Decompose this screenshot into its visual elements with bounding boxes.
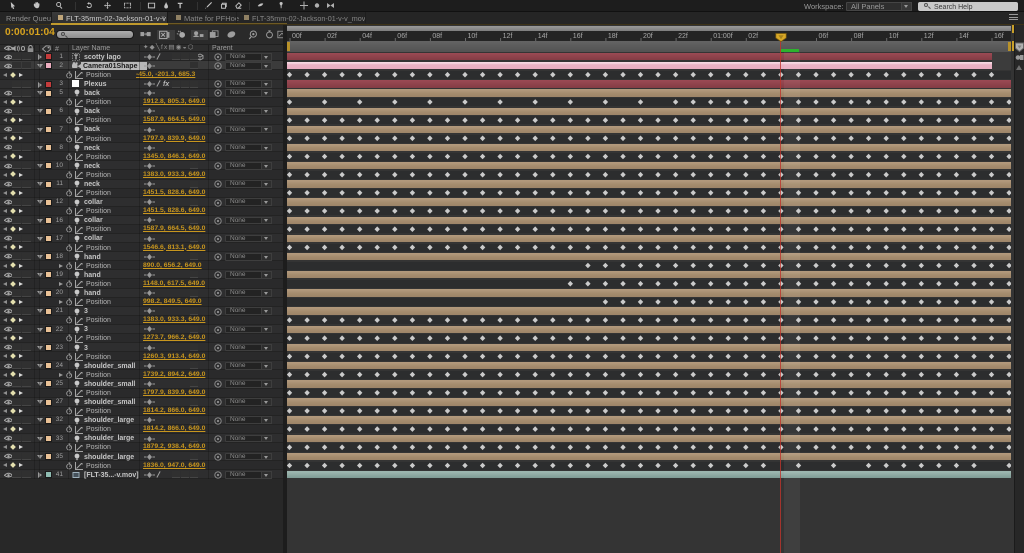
- svg-text:10f: 10f: [889, 33, 899, 40]
- svg-text:12f: 12f: [924, 33, 934, 40]
- svg-text:10f: 10f: [468, 33, 478, 40]
- svg-text:02f: 02f: [327, 33, 337, 40]
- svg-text:16f: 16f: [573, 33, 583, 40]
- svg-text:04f: 04f: [362, 33, 372, 40]
- svg-text:06f: 06f: [819, 33, 829, 40]
- svg-text:22f: 22f: [678, 33, 688, 40]
- svg-text:14f: 14f: [538, 33, 548, 40]
- svg-text:18f: 18f: [608, 33, 618, 40]
- svg-text:14f: 14f: [959, 33, 969, 40]
- svg-text:16f: 16f: [994, 33, 1004, 40]
- svg-text:08f: 08f: [432, 33, 442, 40]
- svg-text:08f: 08f: [854, 33, 864, 40]
- svg-text:00f: 00f: [292, 33, 302, 40]
- svg-text:12f: 12f: [503, 33, 513, 40]
- svg-text:20f: 20f: [643, 33, 653, 40]
- svg-text:01:00f: 01:00f: [713, 33, 733, 40]
- svg-text:02f: 02f: [748, 33, 758, 40]
- svg-text:06f: 06f: [397, 33, 407, 40]
